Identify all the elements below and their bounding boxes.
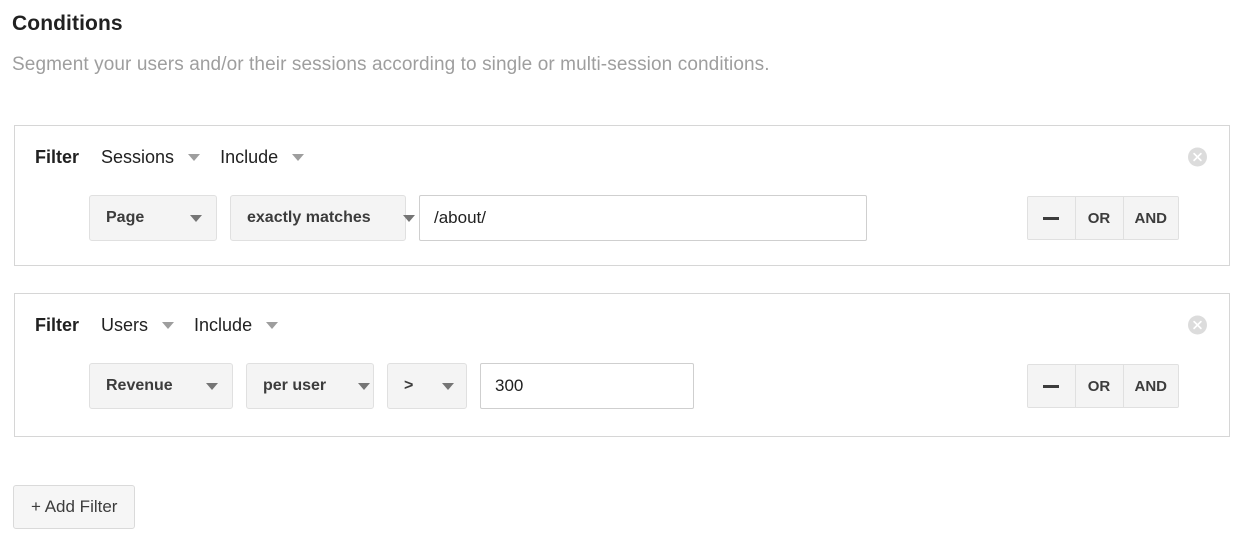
condition-dimension-value: Page — [106, 209, 145, 226]
filter-mode-dropdown[interactable]: Include — [220, 145, 305, 170]
chevron-down-icon — [402, 214, 415, 222]
chevron-down-icon — [188, 153, 201, 161]
or-button[interactable]: OR — [1075, 197, 1124, 239]
filter-scope-value: Sessions — [101, 146, 175, 167]
filter-scope-value: Users — [101, 314, 149, 335]
condition-operator-dropdown[interactable]: > — [387, 363, 467, 409]
conditions-panel: Conditions Segment your users and/or the… — [0, 0, 1244, 550]
filter-label: Filter — [35, 314, 80, 335]
remove-condition-button[interactable] — [1027, 197, 1076, 239]
condition-value-input[interactable] — [480, 363, 694, 409]
filter-mode-value: Include — [220, 146, 279, 167]
condition-operator-value: exactly matches — [247, 209, 371, 226]
condition-dimension-dropdown[interactable]: Page — [89, 195, 217, 241]
chevron-down-icon — [266, 321, 279, 329]
page-title: Conditions — [12, 12, 123, 35]
page-subtitle: Segment your users and/or their sessions… — [12, 54, 770, 75]
chevron-down-icon — [190, 214, 202, 222]
filter-card-sessions: Filter Sessions Include Page exactly mat… — [14, 125, 1230, 266]
filter-header: Filter Sessions Include — [15, 126, 1229, 188]
condition-row: Revenue per user > OR AND — [15, 356, 1229, 416]
filter-label: Filter — [35, 146, 80, 167]
filter-scope-dropdown[interactable]: Sessions — [101, 145, 201, 170]
remove-condition-button[interactable] — [1027, 365, 1076, 407]
condition-operator-dropdown[interactable]: exactly matches — [230, 195, 415, 241]
filter-mode-dropdown[interactable]: Include — [194, 313, 279, 338]
filter-card-users: Filter Users Include Revenue per user > … — [14, 293, 1230, 437]
condition-aggregation-value: per user — [263, 377, 327, 394]
chevron-down-icon — [206, 382, 218, 390]
chevron-down-icon — [162, 321, 175, 329]
condition-aggregation-dropdown[interactable]: per user — [246, 363, 374, 409]
close-circle-icon[interactable] — [1188, 315, 1207, 335]
chevron-down-icon — [442, 382, 454, 390]
condition-dimension-value: Revenue — [106, 377, 173, 394]
condition-operator-value: > — [404, 377, 414, 394]
condition-logic-group: OR AND — [1026, 196, 1179, 240]
and-button[interactable]: AND — [1123, 365, 1178, 407]
and-button[interactable]: AND — [1123, 197, 1178, 239]
condition-logic-group: OR AND — [1026, 364, 1179, 408]
condition-dimension-dropdown[interactable]: Revenue — [89, 363, 233, 409]
or-button[interactable]: OR — [1075, 365, 1124, 407]
minus-icon — [1043, 384, 1059, 388]
condition-value-input[interactable] — [419, 195, 867, 241]
chevron-down-icon — [292, 153, 305, 161]
chevron-down-icon — [358, 382, 371, 390]
add-filter-button[interactable]: + Add Filter — [13, 485, 136, 529]
filter-header: Filter Users Include — [15, 294, 1229, 356]
close-circle-icon[interactable] — [1188, 147, 1207, 167]
condition-row: Page exactly matches OR AND — [15, 188, 1229, 248]
filter-mode-value: Include — [194, 314, 253, 335]
filter-scope-dropdown[interactable]: Users — [101, 313, 175, 338]
minus-icon — [1043, 216, 1059, 220]
